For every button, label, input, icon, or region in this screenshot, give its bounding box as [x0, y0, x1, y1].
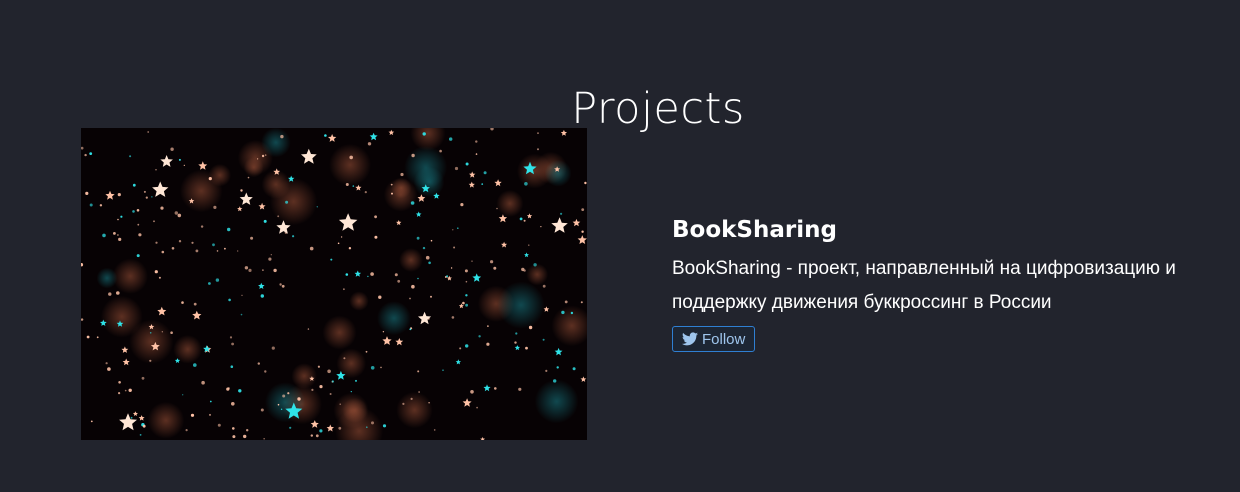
- project-description: BookSharing - проект, направленный на ци…: [672, 252, 1232, 320]
- project-name: BookSharing: [672, 217, 837, 243]
- twitter-follow-button[interactable]: Follow: [672, 326, 756, 352]
- twitter-bird-icon: [682, 332, 698, 346]
- follow-button-label: Follow: [702, 330, 746, 348]
- project-info: BookSharing BookSharing - проект, направ…: [672, 212, 1232, 352]
- project-description-line2: поддержку движения буккроссинг в России: [672, 292, 1052, 313]
- project-image[interactable]: [81, 128, 587, 440]
- starry-sky-image: [81, 128, 587, 440]
- project-description-line1: BookSharing - проект, направленный на ци…: [672, 258, 1176, 279]
